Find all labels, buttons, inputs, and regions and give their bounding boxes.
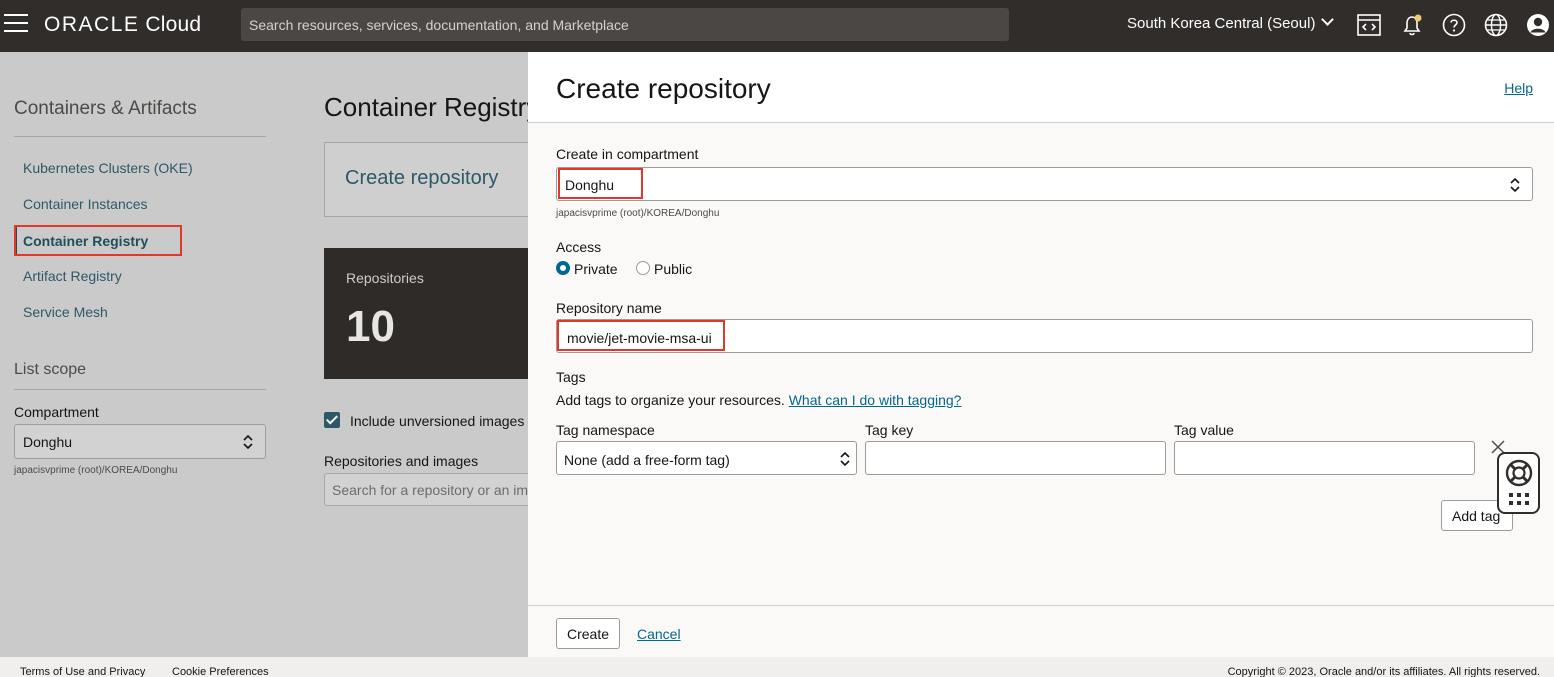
sidebar-item-container-instances[interactable]: Container Instances bbox=[23, 196, 148, 212]
tags-label: Tags bbox=[556, 369, 586, 385]
create-repository-drawer: Create repository Help Create in compart… bbox=[528, 52, 1554, 657]
tagging-help-link[interactable]: What can I do with tagging? bbox=[789, 392, 962, 408]
compartment-select-value: Donghu bbox=[23, 434, 73, 450]
include-unversioned-checkbox[interactable] bbox=[324, 412, 340, 428]
highlight-box bbox=[557, 320, 725, 351]
cancel-link[interactable]: Cancel bbox=[637, 626, 681, 642]
highlight-box bbox=[558, 168, 643, 199]
drawer-footer: Create Cancel bbox=[528, 605, 1554, 657]
lifebuoy-icon bbox=[1505, 459, 1533, 487]
list-scope-title: List scope bbox=[14, 361, 87, 378]
cookie-preferences-link[interactable]: Cookie Preferences bbox=[172, 666, 269, 677]
compartment-field[interactable]: Donghu bbox=[556, 167, 1533, 201]
select-arrows-icon bbox=[1510, 177, 1520, 193]
tag-key-input[interactable] bbox=[865, 441, 1166, 475]
cloud-shell-icon[interactable] bbox=[1357, 13, 1381, 37]
sidebar-divider bbox=[14, 136, 266, 137]
sidebar-item-service-mesh[interactable]: Service Mesh bbox=[23, 304, 108, 320]
public-radio-label: Public bbox=[654, 261, 693, 277]
oracle-cloud-logo[interactable]: ORACLE Cloud bbox=[44, 13, 201, 37]
repositories-and-images-label: Repositories and images bbox=[324, 453, 479, 469]
tag-namespace-label: Tag namespace bbox=[556, 422, 655, 438]
repositories-count: 10 bbox=[346, 302, 395, 351]
sidebar-item-artifact-registry[interactable]: Artifact Registry bbox=[23, 268, 122, 284]
compartment-label: Compartment bbox=[14, 404, 99, 420]
drawer-title: Create repository bbox=[556, 73, 771, 104]
top-navigation-bar: ORACLE Cloud Search resources, services,… bbox=[0, 0, 1554, 52]
tag-namespace-value: None (add a free-form tag) bbox=[564, 452, 730, 468]
tags-description: Add tags to organize your resources. Wha… bbox=[556, 392, 961, 408]
repository-name-label: Repository name bbox=[556, 300, 662, 316]
tag-value-input[interactable] bbox=[1174, 441, 1475, 475]
compartment-field-label: Create in compartment bbox=[556, 146, 699, 162]
tags-description-text: Add tags to organize your resources. bbox=[556, 392, 785, 408]
repositories-count-card: Repositories 10 bbox=[324, 248, 544, 379]
notifications-bell-icon[interactable] bbox=[1400, 13, 1424, 37]
apps-grid-icon bbox=[1509, 493, 1529, 505]
select-arrows-icon bbox=[243, 434, 253, 450]
menu-icon[interactable] bbox=[4, 14, 28, 34]
sidebar-item-container-registry[interactable]: Container Registry bbox=[23, 233, 148, 249]
tag-key-label: Tag key bbox=[865, 422, 914, 438]
tag-namespace-select[interactable]: None (add a free-form tag) bbox=[556, 441, 857, 475]
public-radio[interactable] bbox=[636, 261, 650, 275]
compartment-select[interactable]: Donghu bbox=[14, 424, 266, 459]
logo-product: Cloud bbox=[145, 13, 202, 36]
chevron-down-icon bbox=[1321, 13, 1335, 26]
select-arrows-icon bbox=[840, 451, 850, 467]
include-unversioned-label: Include unversioned images bbox=[350, 413, 525, 429]
language-globe-icon[interactable] bbox=[1484, 13, 1508, 37]
drawer-header: Create repository Help bbox=[528, 52, 1554, 123]
sidebar-item-kubernetes-clusters[interactable]: Kubernetes Clusters (OKE) bbox=[23, 160, 193, 176]
user-profile-icon[interactable] bbox=[1526, 13, 1550, 37]
help-icon[interactable] bbox=[1442, 13, 1466, 37]
support-widget[interactable] bbox=[1497, 452, 1540, 514]
access-label: Access bbox=[556, 239, 602, 255]
create-button[interactable]: Create bbox=[556, 618, 621, 649]
region-selector[interactable]: South Korea Central (Seoul) bbox=[1127, 13, 1335, 32]
create-repository-card[interactable]: Create repository bbox=[324, 142, 544, 217]
tag-value-label: Tag value bbox=[1174, 422, 1234, 438]
compartment-path: japacisvprime (root)/KOREA/Donghu bbox=[14, 465, 178, 476]
page-footer: Terms of Use and Privacy Cookie Preferen… bbox=[0, 657, 1554, 677]
private-radio[interactable] bbox=[556, 261, 570, 275]
private-radio-label: Private bbox=[574, 261, 618, 277]
page-title: Container Registry bbox=[324, 92, 540, 122]
logo-brand: ORACLE bbox=[44, 13, 140, 36]
repositories-label: Repositories bbox=[346, 270, 424, 286]
copyright-text: Copyright © 2023, Oracle and/or its affi… bbox=[1227, 666, 1540, 677]
terms-link[interactable]: Terms of Use and Privacy bbox=[20, 666, 145, 677]
scope-divider bbox=[14, 389, 266, 390]
repository-search-input[interactable]: Search for a repository or an image bbox=[324, 473, 544, 506]
compartment-field-path: japacisvprime (root)/KOREA/Donghu bbox=[556, 208, 720, 219]
help-link[interactable]: Help bbox=[1504, 80, 1533, 96]
sidebar-title: Containers & Artifacts bbox=[14, 98, 197, 119]
region-label: South Korea Central (Seoul) bbox=[1127, 15, 1316, 32]
global-search-input[interactable]: Search resources, services, documentatio… bbox=[241, 8, 1009, 41]
create-repository-card-label: Create repository bbox=[345, 167, 499, 189]
